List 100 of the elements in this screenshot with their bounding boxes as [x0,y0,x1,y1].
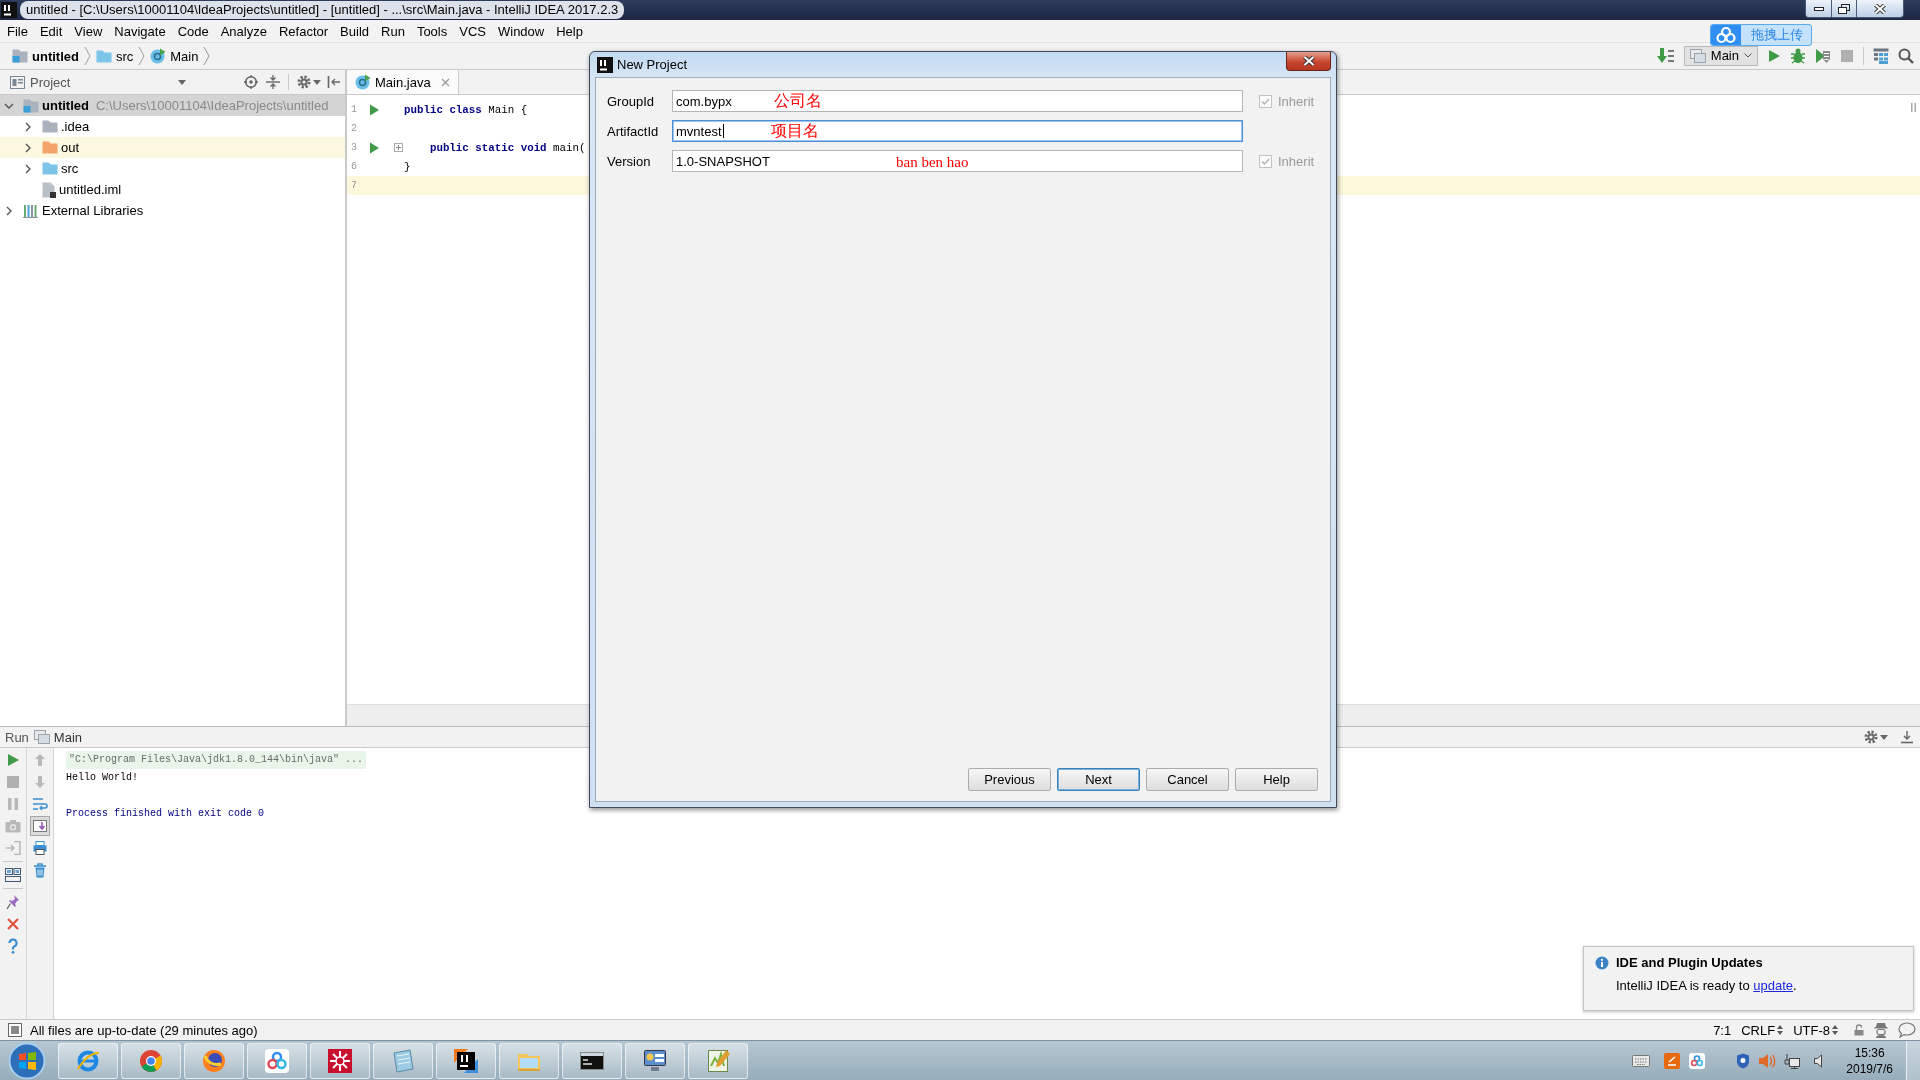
tree-item[interactable]: untitled C:\Users\10001104\IdeaProjects\untitled [0,95,345,116]
dialog-button[interactable]: Cancel [1146,768,1229,791]
status-item[interactable]: UTF-8 [1793,1022,1838,1038]
settings-icon[interactable] [297,75,311,89]
menu-item[interactable]: Tools [410,23,454,39]
panel-layout-icon [10,75,25,89]
circle-badge-icon [355,74,371,90]
update-link[interactable]: update [1753,978,1794,993]
tree-item[interactable]: External Libraries [0,200,345,221]
chevron-icon[interactable] [24,121,32,132]
arrow-lines-icon[interactable] [1656,48,1675,64]
cloud-app-icon[interactable] [1689,1052,1706,1069]
menu-item[interactable]: File [1,23,34,39]
field-label: Version [607,153,652,169]
breadcrumb-item[interactable]: untitled [9,48,82,64]
tree-item[interactable]: src [0,158,345,179]
tree-item[interactable]: .idea [0,116,345,137]
crosshair-icon[interactable] [244,75,258,89]
menu-item[interactable]: Navigate [108,23,172,39]
restore-button[interactable] [1832,0,1857,18]
menu-item[interactable]: Help [550,23,589,39]
arrow-left-bar-icon[interactable] [327,75,341,89]
caret-icon[interactable] [178,79,186,85]
menu-item[interactable]: Edit [33,23,69,39]
taskbar-button[interactable] [625,1042,685,1079]
lock-icon[interactable] [1854,1024,1864,1036]
play-icon[interactable] [369,103,379,116]
circle-badge-icon [150,48,167,64]
play-icon[interactable] [1767,49,1781,63]
plus-box-icon[interactable] [394,143,403,152]
status-item[interactable]: CRLF [1741,1022,1784,1038]
window-stack-icon [1689,48,1706,63]
taskbar-button[interactable] [184,1042,244,1079]
minimize-button[interactable] [1805,0,1832,18]
tree-item[interactable]: untitled.iml [0,179,345,200]
tree-item[interactable]: out [0,137,345,158]
menu-item[interactable]: Window [491,23,551,39]
editor-tab[interactable]: Main.java [347,70,459,94]
layout-icon[interactable] [5,868,21,882]
play-icon[interactable] [369,141,379,154]
breadcrumb-item[interactable]: Main [147,48,202,64]
view-selector[interactable]: Project [30,74,71,90]
close-button[interactable] [1857,0,1904,18]
menu-item[interactable]: Build [334,23,375,39]
dialog-button[interactable]: Help [1235,768,1318,791]
tray-app-icon[interactable] [1664,1052,1681,1069]
grid-icon[interactable] [1873,48,1889,64]
code-text: public static void main( [428,141,586,154]
close-button[interactable] [1286,52,1331,71]
run-config-dropdown[interactable]: Main [1683,45,1758,66]
chevron-icon[interactable] [24,163,32,174]
shield-icon[interactable] [1736,1052,1751,1069]
console-text: "C:\Program Files\Java\jdk1.8.0_144\bin\java" ... [66,751,367,769]
taskbar-button[interactable] [436,1042,496,1079]
keyboard-icon[interactable] [1632,1054,1651,1067]
hat-figure-icon[interactable] [1874,1022,1888,1038]
play-icon[interactable] [6,753,20,767]
taskbar-button[interactable] [562,1042,622,1079]
menu-item[interactable]: VCS [453,23,492,39]
status-item[interactable]: 7:1 [1713,1022,1732,1038]
bug-icon[interactable] [1790,48,1806,64]
chat-icon[interactable] [1898,1022,1916,1038]
close-icon[interactable] [6,917,20,931]
cloud-app-icon [264,1047,290,1074]
pin-icon[interactable] [6,894,20,910]
start-orb-icon [8,1041,46,1080]
menu-item[interactable]: View [68,23,109,39]
close-icon[interactable] [440,77,450,87]
chevron-icon[interactable] [4,101,14,110]
run-tab[interactable]: Main [33,729,83,745]
chevron-icon[interactable] [5,205,13,216]
help-icon[interactable] [7,938,19,954]
printer-icon[interactable] [33,841,47,855]
menu-item[interactable]: Refactor [272,23,335,39]
line-number: 3 [350,142,358,153]
dialog-button[interactable]: Next [1057,768,1140,791]
menu-item[interactable]: Run [375,23,411,39]
monitor-icon [642,1047,668,1074]
menu-item[interactable]: Code [171,23,215,39]
scroll-to-end-button[interactable] [30,816,50,836]
dialog-button[interactable]: Previous [968,768,1051,791]
search-icon[interactable] [1898,48,1914,64]
volume-icon[interactable] [1814,1053,1823,1068]
info-icon [1595,955,1609,970]
network-icon[interactable] [1784,1052,1801,1069]
chevron-icon[interactable] [24,142,32,153]
arrows-to-line-icon[interactable] [266,75,280,89]
settings-icon[interactable] [1864,730,1878,744]
wrap-lines-icon[interactable] [32,797,48,811]
caret-icon[interactable] [313,79,321,85]
window-stack-icon [33,730,50,744]
play-shield-icon[interactable] [1815,48,1831,64]
breadcrumb-item[interactable]: src [92,48,137,64]
caret-icon[interactable] [1880,734,1888,740]
trash-icon[interactable] [33,862,47,878]
menu-item[interactable]: Analyze [214,23,273,39]
square-frame-icon[interactable] [8,1023,22,1037]
console-text: Hello World! [66,771,138,785]
star-tile-icon [327,1047,353,1074]
arrow-down-bar-icon[interactable] [1900,730,1914,744]
